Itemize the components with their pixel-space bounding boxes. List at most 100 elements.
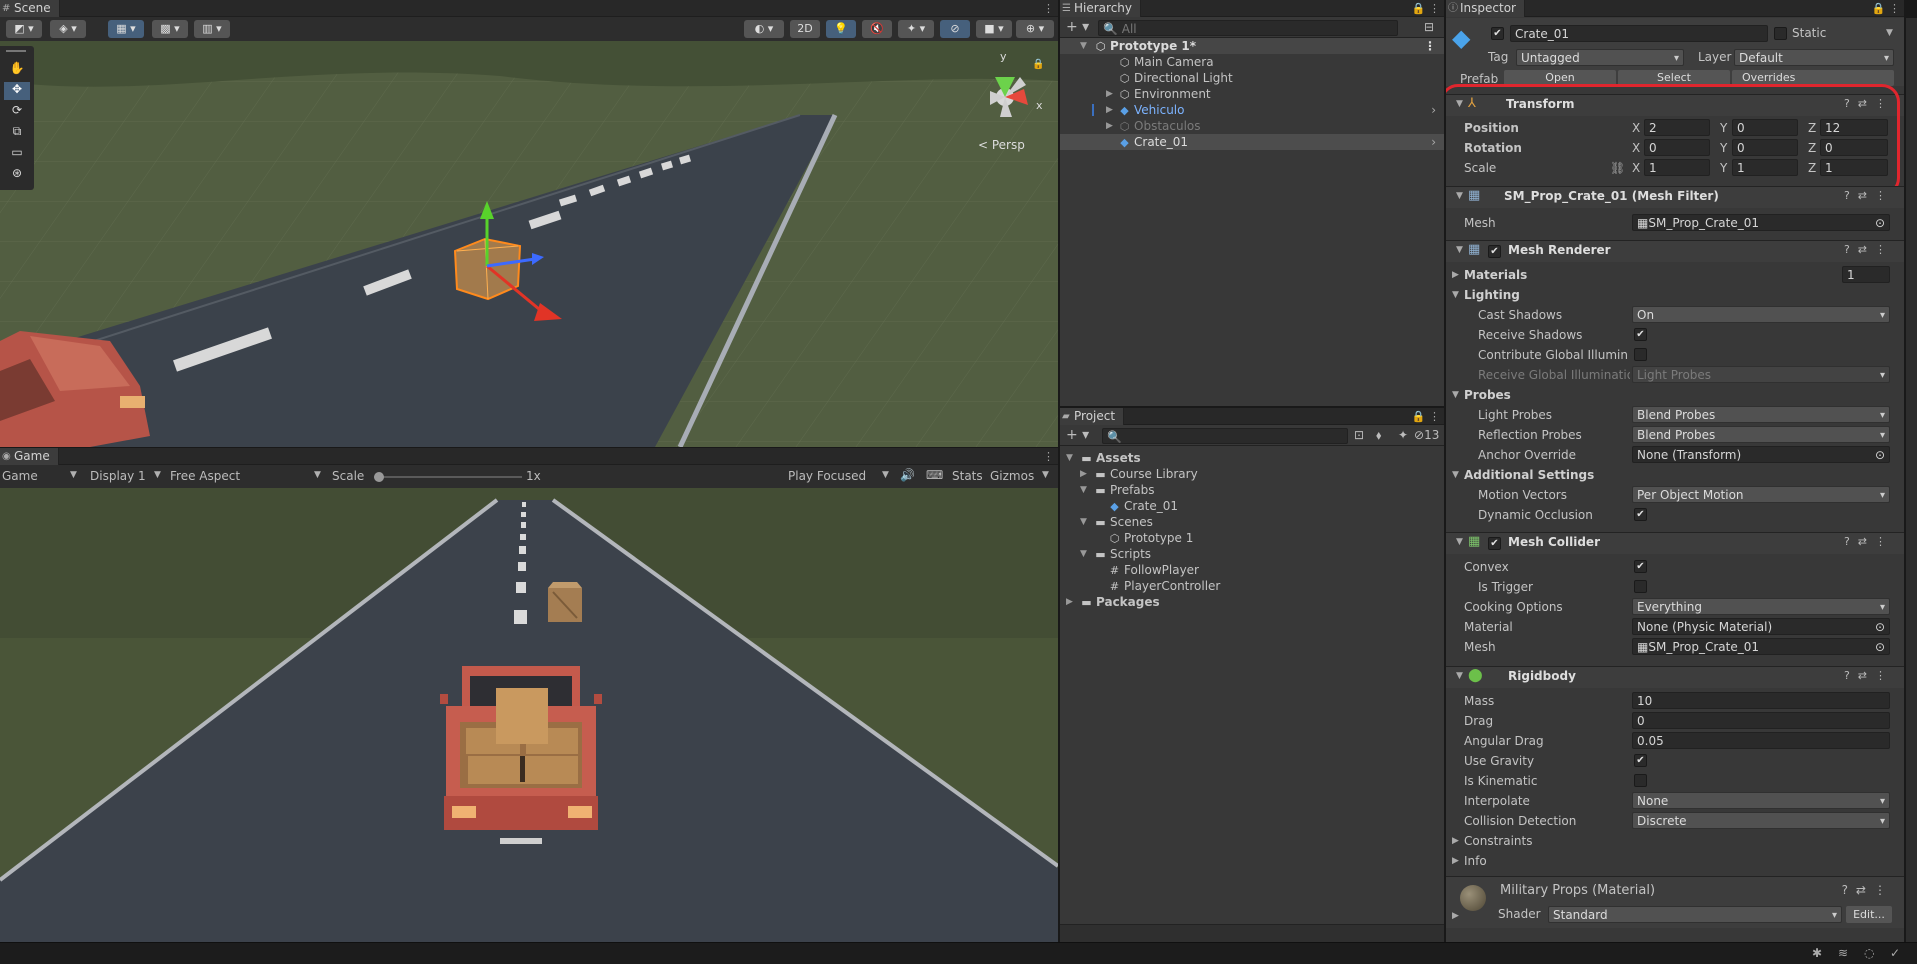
layer-dropdown[interactable]: Default (1734, 49, 1894, 66)
chevron-right-icon[interactable]: ▶ (1066, 594, 1073, 610)
object-picker-icon[interactable]: ⊙ (1875, 639, 1885, 654)
project-folder-course-library[interactable]: ▶ ▬ Course Library (1060, 466, 1444, 482)
stats-button[interactable]: Stats (952, 469, 983, 483)
mesh-renderer-enabled-checkbox[interactable]: ✔ (1488, 245, 1501, 258)
project-search-input[interactable]: 🔍 (1102, 428, 1348, 444)
project-item-scene[interactable]: ⬡ Prototype 1 (1060, 530, 1444, 546)
project-tab-menu-icon[interactable]: 🔒 ⋮ (1412, 408, 1440, 425)
use-gravity-checkbox[interactable]: ✔ (1634, 754, 1647, 767)
hierarchy-item-environment[interactable]: ▶ ⬡ Environment (1060, 86, 1444, 102)
anchor-override-field[interactable]: None (Transform) ⊙ (1632, 446, 1890, 463)
object-picker-icon[interactable]: ⊙ (1875, 447, 1885, 462)
search-by-type-icon[interactable]: ⊡ (1354, 428, 1364, 442)
shading-button[interactable]: ◈ ▾ (50, 20, 86, 38)
additional-settings-row[interactable]: ▼ Additional Settings (1446, 466, 1904, 484)
effects-button[interactable]: ✦ ▾ (898, 20, 934, 38)
is-trigger-checkbox[interactable] (1634, 580, 1647, 593)
game-crate[interactable] (548, 582, 582, 622)
audio-toggle-button[interactable]: 🔇 (862, 20, 892, 38)
object-picker-icon[interactable]: ⊙ (1875, 619, 1885, 634)
mass-field[interactable]: 10 (1632, 692, 1890, 709)
scene-tab-menu-icon[interactable]: ⋮ (1043, 0, 1054, 17)
chevron-down-icon[interactable]: ▼ (1452, 386, 1459, 404)
hierarchy-item-obstaculos[interactable]: ▶ ⬡ Obstaculos (1060, 118, 1444, 134)
component-header-icons[interactable]: ?⇄⋮ (1844, 535, 1894, 548)
active-checkbox[interactable]: ✔ (1491, 27, 1504, 40)
chevron-down-icon[interactable]: ▼ (1452, 286, 1459, 304)
project-folder-packages[interactable]: ▶ ▬ Packages (1060, 594, 1444, 610)
grid-toggle-button[interactable]: ▩ ▾ (152, 20, 188, 38)
lock-view-icon[interactable]: 🔒 (1032, 58, 1044, 70)
chevron-down-icon[interactable]: ▼ (1456, 537, 1463, 547)
inspector-scrollbar[interactable] (1906, 18, 1917, 942)
dynamic-occlusion-checkbox[interactable]: ✔ (1634, 508, 1647, 521)
persp-label[interactable]: < Persp (978, 138, 1025, 152)
tag-dropdown[interactable]: Untagged (1516, 49, 1684, 66)
project-item-crate[interactable]: ◆ Crate_01 (1060, 498, 1444, 514)
tab-project[interactable]: ▰ Project (1060, 408, 1125, 425)
inspector-tab-menu-icon[interactable]: 🔒 ⋮ (1872, 0, 1900, 17)
rotate-tool-icon[interactable]: ⟳ (4, 103, 30, 121)
collision-detection-dropdown[interactable]: Discrete (1632, 812, 1890, 829)
chevron-down-icon[interactable]: ▼ (1456, 245, 1463, 255)
convex-checkbox[interactable]: ✔ (1634, 560, 1647, 573)
create-plus-button[interactable]: + ▾ (1066, 19, 1089, 35)
chevron-down-icon[interactable]: ▼ (1080, 38, 1087, 54)
interpolate-dropdown[interactable]: None (1632, 792, 1890, 809)
lighting-icon[interactable]: ◌ (1864, 946, 1874, 960)
game-tab-menu-icon[interactable]: ⋮ (1043, 448, 1054, 465)
search-by-label-icon[interactable]: ⬧ (1376, 428, 1381, 443)
mass-label[interactable]: Mass (1464, 692, 1494, 710)
hierarchy-item-vehiculo[interactable]: ▶ ◆ Vehiculo › (1060, 102, 1444, 118)
drag-field[interactable]: 0 (1632, 712, 1890, 729)
rect-tool-icon[interactable]: ▭ (4, 145, 30, 163)
chevron-right-icon[interactable]: ▶ (1106, 118, 1113, 134)
grid-snap-button[interactable]: ▦ ▾ (108, 20, 144, 38)
static-dropdown[interactable]: ▼ (1886, 28, 1893, 38)
chevron-down-icon[interactable]: ▼ (1452, 466, 1459, 484)
component-header-icons[interactable]: ?⇄⋮ (1844, 243, 1894, 256)
chevron-right-icon[interactable]: ▶ (1452, 266, 1459, 284)
chevron-down-icon[interactable]: ▼ (1080, 546, 1087, 562)
game-truck[interactable] (440, 666, 602, 844)
hierarchy-item-crate[interactable]: ◆ Crate_01 › (1060, 134, 1444, 150)
bug-icon[interactable]: ✱ (1812, 946, 1822, 960)
move-tool-icon[interactable]: ✥ (4, 82, 30, 100)
favorite-icon[interactable]: ✦ (1398, 428, 1408, 442)
mute-audio-icon[interactable]: 🔊 (900, 468, 915, 482)
collider-mesh-field[interactable]: ▦SM_Prop_Crate_01 ⊙ (1632, 638, 1890, 655)
lighting-toggle-button[interactable]: 💡 (826, 20, 856, 38)
project-folder-scripts[interactable]: ▼ ▬ Scripts (1060, 546, 1444, 562)
chevron-right-icon[interactable]: ▶ (1452, 852, 1459, 870)
chevron-right-icon[interactable]: ▶ (1452, 832, 1459, 850)
chevron-down-icon[interactable]: ▼ (1456, 191, 1463, 201)
object-picker-icon[interactable]: ⊙ (1875, 215, 1885, 230)
chevron-down-icon[interactable]: ▼ (1066, 450, 1073, 466)
shader-dropdown[interactable]: Standard (1548, 906, 1842, 923)
hierarchy-item-main-camera[interactable]: ⬡ Main Camera (1060, 54, 1444, 70)
component-header-icons[interactable]: ?⇄⋮ (1844, 189, 1894, 202)
chevron-down-icon[interactable]: ▼ (1080, 514, 1087, 530)
transform-tool-icon[interactable]: ⊛ (4, 166, 30, 184)
chevron-right-icon[interactable]: › (1431, 134, 1436, 150)
chevron-right-icon[interactable]: ▶ (1106, 86, 1113, 102)
contribute-gi-checkbox[interactable] (1634, 348, 1647, 361)
reflection-probes-dropdown[interactable]: Blend Probes (1632, 426, 1890, 443)
hierarchy-scene-row[interactable]: ▼ ⬡ Prototype 1* ⋮ (1060, 38, 1444, 54)
materials-count-field[interactable]: 1 (1842, 266, 1890, 283)
mesh-renderer-header[interactable]: ▼ ▦ ✔ Mesh Renderer ?⇄⋮ (1446, 240, 1904, 262)
game-display-dropdown[interactable]: Game (2, 469, 38, 483)
check-icon[interactable]: ✓ (1890, 946, 1900, 960)
gizmos-button[interactable]: Gizmos (990, 469, 1034, 483)
render-mode-button[interactable]: ◐ ▾ (744, 20, 784, 38)
static-checkbox[interactable] (1774, 27, 1787, 40)
is-kinematic-checkbox[interactable] (1634, 774, 1647, 787)
create-plus-button[interactable]: + ▾ (1066, 427, 1089, 443)
camera-settings-button[interactable]: ■ ▾ (976, 20, 1012, 38)
scale-tool-icon[interactable]: ⧉ (4, 124, 30, 142)
chevron-right-icon[interactable]: ▶ (1106, 102, 1113, 118)
hidden-packages-icon[interactable]: ⊘13 (1414, 428, 1439, 442)
game-viewport[interactable] (0, 488, 1058, 942)
toggle-2d-button[interactable]: 2D (790, 20, 820, 38)
light-probes-dropdown[interactable]: Blend Probes (1632, 406, 1890, 423)
